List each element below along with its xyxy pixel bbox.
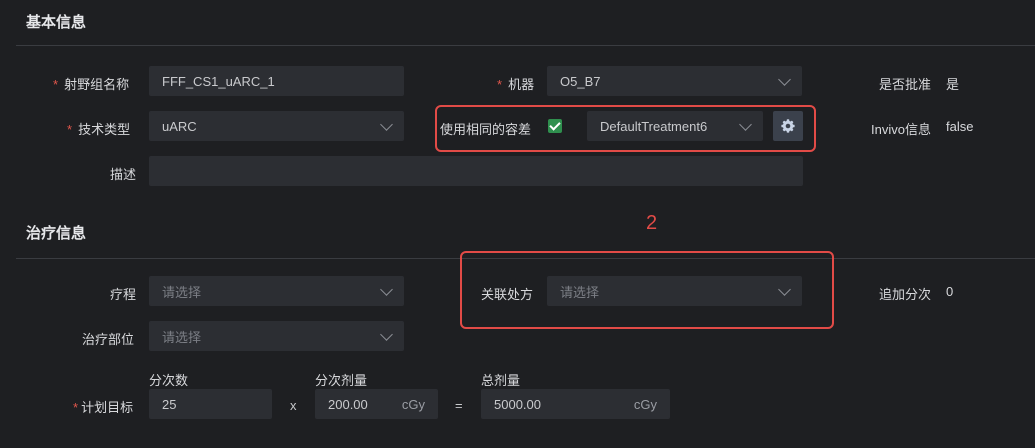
plan-target-label: * 计划目标 — [73, 397, 133, 416]
technique-label-text: 技术类型 — [78, 122, 131, 137]
basic-info-divider — [16, 45, 1035, 46]
fraction-dose-value: 200.00 — [328, 396, 368, 412]
machine-label: * 机器 — [497, 74, 534, 93]
required-mark: * — [67, 122, 73, 137]
fractions-header: 分次数 — [149, 373, 189, 388]
equals-sign: = — [455, 398, 463, 413]
treatment-site-placeholder: 请选择 — [162, 329, 202, 345]
treatment-info-title: 治疗信息 — [26, 225, 87, 242]
chevron-down-icon — [380, 117, 393, 131]
times-sign: x — [290, 398, 297, 413]
treatment-site-select[interactable]: 请选择 — [149, 321, 404, 351]
technique-select[interactable]: uARC — [149, 111, 404, 141]
approved-label: 是否批准 — [879, 77, 932, 92]
total-dose-unit: cGy — [633, 396, 657, 412]
fractions-input[interactable]: 25 — [149, 389, 272, 419]
course-placeholder: 请选择 — [162, 284, 202, 300]
fraction-dose-input[interactable]: 200.00 cGy — [315, 389, 438, 419]
required-mark: * — [73, 400, 79, 415]
fraction-dose-unit: cGy — [401, 396, 425, 412]
plan-group-name-value: FFF_CS1_uARC_1 — [162, 73, 275, 89]
invivo-value: false — [946, 119, 974, 134]
required-mark: * — [53, 77, 59, 92]
fraction-dose-header: 分次剂量 — [315, 373, 368, 388]
extra-fraction-value: 0 — [946, 284, 954, 299]
plan-group-name-label: * 射野组名称 — [53, 74, 129, 93]
total-dose-header: 总剂量 — [481, 373, 521, 388]
total-dose-value: 5000.00 — [494, 396, 541, 412]
chevron-down-icon — [380, 282, 393, 296]
treatment-site-label: 治疗部位 — [82, 332, 135, 347]
annotation-number: 2 — [646, 212, 658, 234]
plan-group-name-label-text: 射野组名称 — [64, 77, 130, 92]
required-mark: * — [497, 77, 503, 92]
extra-fraction-label: 追加分次 — [879, 287, 932, 302]
plan-group-name-input[interactable]: FFF_CS1_uARC_1 — [149, 66, 404, 96]
basic-info-title: 基本信息 — [26, 14, 87, 31]
approved-value: 是 — [946, 77, 960, 92]
total-dose-input[interactable]: 5000.00 cGy — [481, 389, 670, 419]
description-label: 描述 — [110, 167, 137, 182]
highlight-box-tolerance — [435, 105, 816, 152]
highlight-box-linked-rx — [460, 251, 834, 329]
technique-value: uARC — [162, 118, 197, 134]
chevron-down-icon — [778, 72, 791, 86]
technique-label: * 技术类型 — [67, 119, 130, 138]
chevron-down-icon — [380, 327, 393, 341]
invivo-label: Invivo信息 — [871, 122, 931, 137]
plan-target-label-text: 计划目标 — [81, 400, 134, 415]
description-input[interactable] — [149, 156, 803, 186]
course-select[interactable]: 请选择 — [149, 276, 404, 306]
fractions-value: 25 — [162, 396, 177, 412]
machine-select[interactable]: O5_B7 — [547, 66, 802, 96]
course-label: 疗程 — [110, 287, 137, 302]
machine-value: O5_B7 — [560, 73, 601, 89]
machine-label-text: 机器 — [508, 77, 535, 92]
